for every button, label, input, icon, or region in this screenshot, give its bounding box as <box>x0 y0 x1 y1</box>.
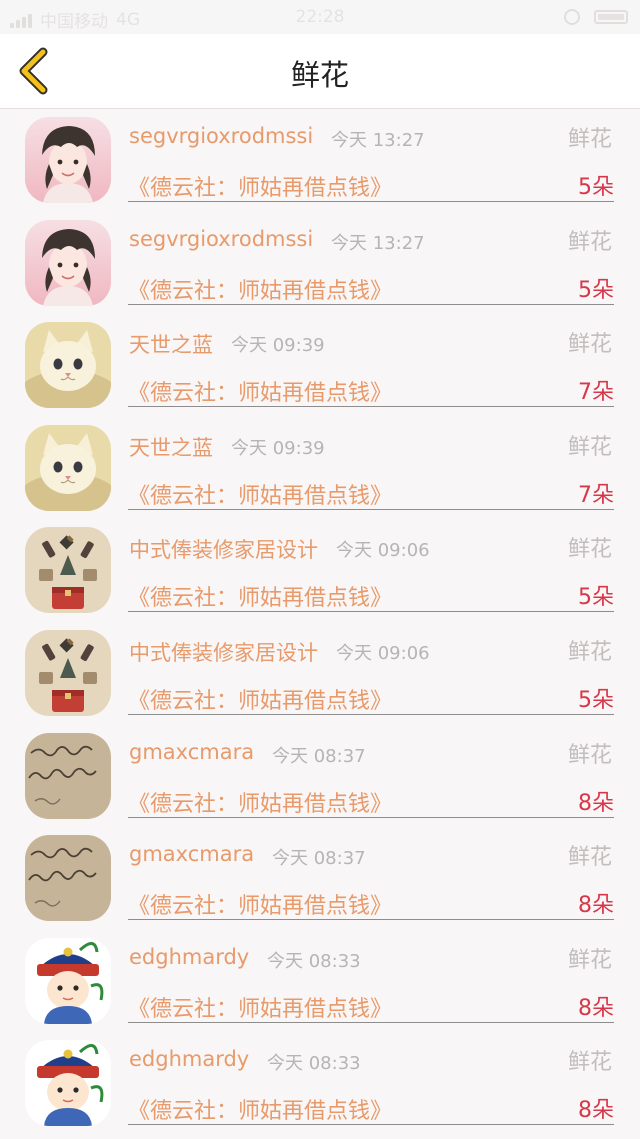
avatar[interactable] <box>25 424 111 511</box>
avatar-image <box>25 937 111 1024</box>
work-title-link[interactable]: 《德云社：师姑再借点钱》 <box>128 375 392 407</box>
gift-type-label: 鲜花 <box>567 947 612 973</box>
avatar-image <box>25 1040 111 1127</box>
username[interactable]: segvrgioxrodmssi <box>129 124 313 148</box>
work-title-link[interactable]: 《德云社：师姑再借点钱》 <box>128 1093 392 1125</box>
avatar[interactable] <box>25 629 111 716</box>
timestamp: 今天 08:33 <box>267 1053 361 1075</box>
avatar-image <box>25 527 111 614</box>
orientation-lock-icon <box>564 9 580 25</box>
avatar[interactable] <box>25 1040 111 1127</box>
flower-count: 5朵 <box>578 175 614 200</box>
list-item[interactable]: gmaxcmara 今天 08:37 鲜花 《德云社：师姑再借点钱》 8朵 <box>0 726 640 829</box>
gift-type-label: 鲜花 <box>567 229 612 255</box>
flower-count: 5朵 <box>578 585 614 611</box>
list-item[interactable]: edghmardy 今天 08:33 鲜花 《德云社：师姑再借点钱》 8朵 <box>0 931 640 1034</box>
timestamp: 今天 08:33 <box>267 950 361 972</box>
timestamp: 今天 09:06 <box>336 642 430 664</box>
username[interactable]: segvrgioxrodmssi <box>129 227 313 251</box>
avatar[interactable] <box>25 835 111 922</box>
row-divider <box>128 611 614 613</box>
row-divider <box>128 1021 614 1023</box>
list-item[interactable]: edghmardy 今天 08:33 鲜花 《德云社：师姑再借点钱》 8朵 <box>0 1033 640 1136</box>
timestamp: 今天 08:37 <box>272 745 366 767</box>
row-divider <box>128 713 614 715</box>
row-divider <box>128 508 614 510</box>
row-divider <box>128 201 614 202</box>
username[interactable]: gmaxcmara <box>129 842 254 866</box>
avatar-image <box>25 732 111 819</box>
avatar-image <box>25 322 111 409</box>
timestamp: 今天 13:27 <box>331 130 425 151</box>
timestamp: 今天 13:27 <box>331 232 425 254</box>
row-divider <box>128 1124 614 1126</box>
gift-type-label: 鲜花 <box>567 434 612 460</box>
gift-type-label: 鲜花 <box>567 127 612 152</box>
work-title-link[interactable]: 《德云社：师姑再借点钱》 <box>128 170 392 202</box>
flower-count: 8朵 <box>578 790 614 816</box>
work-title-link[interactable]: 《德云社：师姑再借点钱》 <box>128 786 392 818</box>
username[interactable]: 中式俸装修家居设计 <box>129 637 318 667</box>
username[interactable]: edghmardy <box>129 945 249 969</box>
row-divider <box>128 303 614 305</box>
page-title: 鲜花 <box>290 58 349 92</box>
username[interactable]: 天世之蓝 <box>129 329 213 359</box>
flower-count: 7朵 <box>578 380 614 406</box>
gift-type-label: 鲜花 <box>567 639 612 665</box>
work-title-link[interactable]: 《德云社：师姑再借点钱》 <box>128 991 392 1023</box>
avatar[interactable] <box>25 322 111 409</box>
timestamp: 今天 08:37 <box>272 848 366 870</box>
row-divider <box>128 816 614 818</box>
username[interactable]: 中式俸装修家居设计 <box>129 534 318 564</box>
avatar[interactable] <box>25 117 111 203</box>
list-item[interactable]: segvrgioxrodmssi 今天 13:27 鲜花 《德云社：师姑再借点钱… <box>0 110 640 213</box>
status-bar: 中国移动 4G 22:28 <box>0 0 640 34</box>
flower-count: 8朵 <box>578 1098 614 1124</box>
avatar-image <box>25 219 111 306</box>
list-item[interactable]: gmaxcmara 今天 08:37 鲜花 《德云社：师姑再借点钱》 8朵 <box>0 828 640 931</box>
gift-type-label: 鲜花 <box>567 1050 612 1076</box>
list-item[interactable]: 天世之蓝 今天 09:39 鲜花 《德云社：师姑再借点钱》 7朵 <box>0 418 640 521</box>
row-divider <box>128 919 614 921</box>
work-title-link[interactable]: 《德云社：师姑再借点钱》 <box>128 273 392 305</box>
row-divider <box>128 406 614 408</box>
flower-record-list: segvrgioxrodmssi 今天 13:27 鲜花 《德云社：师姑再借点钱… <box>0 110 640 1136</box>
username[interactable]: gmaxcmara <box>129 740 254 764</box>
timestamp: 今天 09:39 <box>231 335 325 357</box>
battery-icon <box>594 10 628 24</box>
navigation-bar: 鲜花 <box>0 34 640 109</box>
work-title-link[interactable]: 《德云社：师姑再借点钱》 <box>128 888 392 920</box>
flower-count: 5朵 <box>578 277 614 303</box>
list-item[interactable]: segvrgioxrodmssi 今天 13:27 鲜花 《德云社：师姑再借点钱… <box>0 213 640 316</box>
flower-count: 8朵 <box>578 893 614 919</box>
gift-type-label: 鲜花 <box>567 742 612 768</box>
gift-type-label: 鲜花 <box>567 537 612 563</box>
avatar-image <box>25 835 111 922</box>
avatar[interactable] <box>25 937 111 1024</box>
flower-count: 7朵 <box>578 482 614 508</box>
work-title-link[interactable]: 《德云社：师姑再借点钱》 <box>128 683 392 715</box>
avatar[interactable] <box>25 219 111 306</box>
username[interactable]: 天世之蓝 <box>129 432 213 462</box>
timestamp: 今天 09:06 <box>336 540 430 562</box>
list-item[interactable]: 中式俸装修家居设计 今天 09:06 鲜花 《德云社：师姑再借点钱》 5朵 <box>0 623 640 726</box>
flower-count: 5朵 <box>578 687 614 713</box>
status-right <box>564 9 628 25</box>
work-title-link[interactable]: 《德云社：师姑再借点钱》 <box>128 580 392 612</box>
gift-type-label: 鲜花 <box>567 845 612 871</box>
gift-type-label: 鲜花 <box>567 332 612 358</box>
timestamp: 今天 09:39 <box>231 437 325 459</box>
avatar-image <box>25 629 111 716</box>
avatar-image <box>25 424 111 511</box>
list-item[interactable]: 天世之蓝 今天 09:39 鲜花 《德云社：师姑再借点钱》 7朵 <box>0 315 640 418</box>
avatar-image <box>25 117 111 203</box>
list-item[interactable]: 中式俸装修家居设计 今天 09:06 鲜花 《德云社：师姑再借点钱》 5朵 <box>0 520 640 623</box>
avatar[interactable] <box>25 732 111 819</box>
status-time: 22:28 <box>295 7 345 27</box>
username[interactable]: edghmardy <box>129 1047 249 1071</box>
flower-count: 8朵 <box>578 995 614 1021</box>
avatar[interactable] <box>25 527 111 614</box>
work-title-link[interactable]: 《德云社：师姑再借点钱》 <box>128 478 392 510</box>
